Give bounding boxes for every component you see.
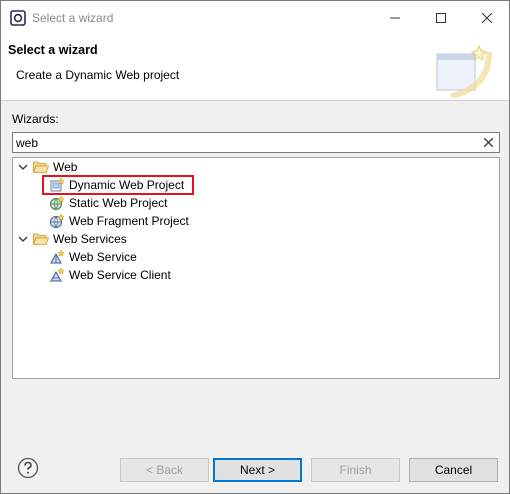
chevron-down-icon[interactable] — [17, 161, 29, 173]
cancel-button[interactable]: Cancel — [409, 458, 498, 482]
title-bar: Select a wizard — [1, 1, 509, 35]
wizard-banner-icon — [431, 40, 493, 99]
tree-item-label: Web Fragment Project — [69, 214, 189, 228]
maximize-button[interactable] — [418, 1, 464, 35]
static-web-project-icon — [49, 195, 65, 211]
window-title: Select a wizard — [32, 11, 114, 25]
page-title: Select a wizard — [8, 43, 98, 57]
tree-item-web-service[interactable]: Web Service — [49, 248, 137, 266]
tree-item-label: Web Services — [53, 232, 127, 246]
wizard-tree: Web Dynamic Web Project Static Web Proje… — [12, 157, 500, 379]
chevron-down-icon[interactable] — [17, 233, 29, 245]
folder-open-icon — [33, 231, 49, 247]
page-description: Create a Dynamic Web project — [16, 68, 180, 82]
tree-item-label: Web Service — [69, 250, 137, 264]
clear-filter-icon[interactable] — [481, 135, 495, 149]
tree-item-web[interactable]: Web — [17, 158, 77, 176]
tree-item-web-services[interactable]: Web Services — [17, 230, 127, 248]
back-button[interactable]: < Back — [120, 458, 209, 482]
web-service-icon — [49, 249, 65, 265]
tree-item-label: Web — [53, 160, 78, 174]
tree-item-web-service-client[interactable]: Web Service Client — [49, 266, 171, 284]
web-fragment-project-icon — [49, 213, 65, 229]
selection-highlight — [42, 175, 194, 195]
close-button[interactable] — [464, 1, 510, 35]
select-wizard-dialog: Select a wizard Select a wizard Create a… — [0, 0, 510, 494]
help-icon[interactable] — [17, 457, 39, 479]
web-service-client-icon — [49, 267, 65, 283]
wizard-filter-input[interactable] — [16, 134, 476, 151]
tree-item-label: Static Web Project — [69, 196, 168, 210]
tree-item-static-web-project[interactable]: Static Web Project — [49, 194, 167, 212]
tree-item-web-fragment-project[interactable]: Web Fragment Project — [49, 212, 189, 230]
eclipse-app-icon — [10, 10, 26, 26]
finish-button[interactable]: Finish — [311, 458, 400, 482]
wizard-header-banner: Select a wizard Create a Dynamic Web pro… — [1, 35, 509, 101]
next-button[interactable]: Next > — [213, 458, 302, 482]
tree-item-label: Web Service Client — [69, 268, 171, 282]
wizards-label: Wizards: — [12, 112, 59, 126]
wizard-filter-box — [12, 132, 500, 153]
folder-open-icon — [33, 159, 49, 175]
minimize-button[interactable] — [372, 1, 418, 35]
